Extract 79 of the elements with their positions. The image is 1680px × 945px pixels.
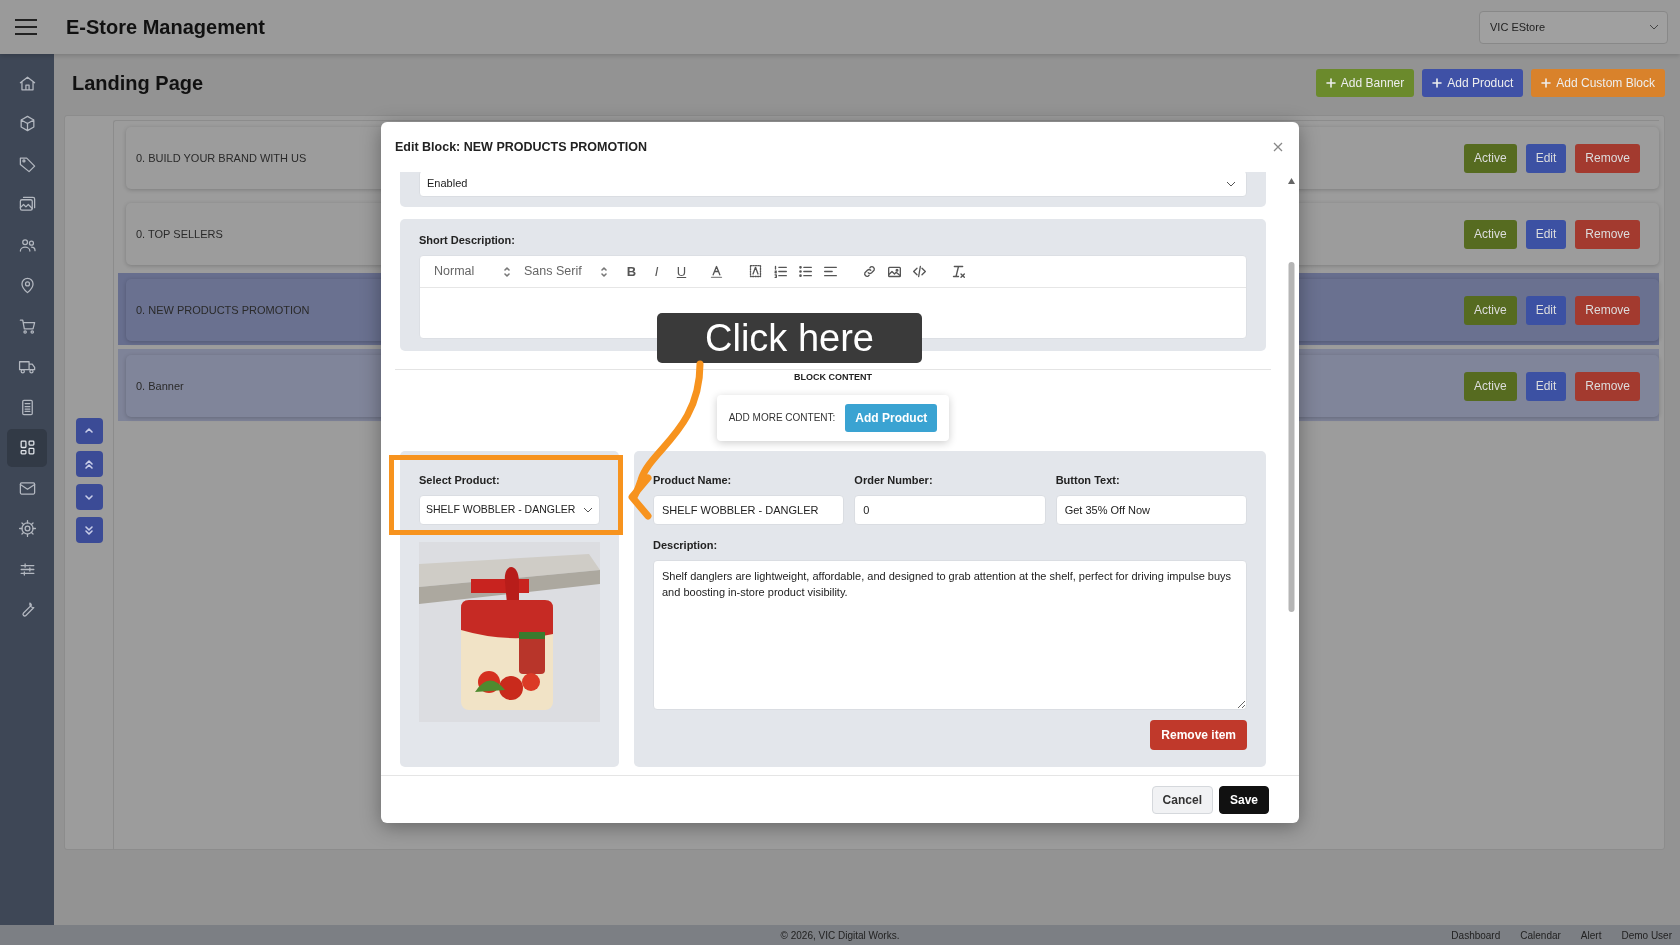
field-label: Short Description: (419, 233, 515, 248)
edit-button[interactable]: Edit (1525, 371, 1567, 401)
link-icon (862, 264, 877, 279)
clear-format-icon (951, 264, 966, 279)
copyright-text: © 2026, VIC Digital Works. (780, 928, 900, 943)
move-button[interactable] (75, 484, 103, 510)
footer-link[interactable]: Demo User (1621, 927, 1672, 943)
footer-link[interactable]: Dashboard (1451, 927, 1501, 943)
input-field[interactable]: 0 (854, 494, 1046, 525)
description-field[interactable]: Shelf danglers are lightweight, affordable, and designed to grab attention at the shelf, perfect for driving impulse buys and boosting in-store product visibility. (653, 559, 1247, 710)
add-button[interactable]: Add Product (1422, 69, 1524, 97)
tooltip: Click here (657, 313, 922, 363)
status-button[interactable]: Active (1463, 295, 1517, 325)
plus-icon (1541, 78, 1552, 88)
close-icon[interactable] (1273, 142, 1283, 152)
image-icon (887, 264, 902, 279)
add-more-label: ADD MORE CONTENT: (728, 411, 836, 425)
chevron-down-icon (583, 506, 593, 513)
field-label: Product Name: (653, 472, 732, 488)
double-chevron-down-icon (84, 524, 94, 536)
ordered-list-icon (773, 264, 788, 279)
bullet-list-icon (798, 264, 813, 279)
footer-link[interactable]: Alert (1580, 927, 1602, 943)
block-title: 0. NEW PRODUCTS PROMOTION (136, 302, 310, 318)
add-product-button[interactable]: Add Product (845, 403, 938, 432)
status-select[interactable]: Enabled (419, 172, 1247, 197)
edit-button[interactable]: Edit (1525, 219, 1567, 249)
dialog-title: Edit Block: NEW PRODUCTS PROMOTION (395, 138, 648, 156)
chevron-down-icon (1649, 24, 1659, 30)
remove-button[interactable]: Remove (1575, 371, 1640, 401)
chevron-down-icon (1226, 180, 1236, 187)
field-label: Select Product: (419, 472, 500, 488)
settings-icon[interactable] (17, 519, 37, 538)
code-icon (912, 264, 927, 279)
images-icon[interactable] (17, 195, 37, 214)
text-color-icon (709, 264, 724, 279)
up-down-icon (502, 265, 512, 278)
remove-button[interactable]: Remove (1575, 295, 1640, 325)
edit-button[interactable]: Edit (1525, 295, 1567, 325)
block-title: 0. TOP SELLERS (136, 226, 223, 242)
status-button[interactable]: Active (1463, 371, 1517, 401)
status-button[interactable]: Active (1463, 143, 1517, 173)
bold-button[interactable]: B (621, 260, 642, 283)
plus-icon (1325, 78, 1336, 88)
add-button[interactable]: Add Banner (1315, 69, 1415, 97)
header-picker[interactable]: Normal (434, 262, 512, 281)
block-title: 0. Banner (136, 378, 184, 394)
save-button[interactable]: Save (1218, 785, 1269, 814)
font-picker[interactable]: Sans Serif (524, 262, 609, 281)
italic-button[interactable]: I (646, 260, 667, 283)
status-button[interactable]: Active (1463, 219, 1517, 249)
cancel-button[interactable]: Cancel (1151, 785, 1213, 814)
align-icon (823, 264, 838, 279)
plus-icon (1432, 78, 1443, 88)
block-title: 0. BUILD YOUR BRAND WITH US (136, 150, 307, 166)
store-select[interactable]: VIC EStore (1479, 10, 1668, 44)
product-select[interactable]: SHELF WOBBLER - DANGLER (419, 494, 600, 525)
page-title: Landing Page (72, 71, 204, 96)
edit-button[interactable]: Edit (1525, 143, 1567, 173)
up-down-icon (599, 265, 609, 278)
move-button[interactable] (75, 451, 103, 477)
field-label: Button Text: (1055, 472, 1120, 488)
app-title: E-Store Management (66, 15, 265, 40)
double-chevron-up-icon (84, 458, 94, 470)
footer-link[interactable]: Calendar (1520, 927, 1561, 943)
section-heading: BLOCK CONTENT (793, 371, 873, 384)
underline-button[interactable]: U (671, 260, 692, 283)
remove-item-button[interactable]: Remove item (1150, 719, 1247, 750)
move-button[interactable] (75, 517, 103, 543)
input-field[interactable]: SHELF WOBBLER - DANGLER (653, 494, 845, 525)
field-label: Order Number: (854, 472, 933, 488)
input-field[interactable]: Get 35% Off Now (1055, 494, 1247, 525)
remove-button[interactable]: Remove (1575, 143, 1640, 173)
move-button[interactable] (75, 418, 103, 444)
highlight-icon (748, 264, 763, 279)
home-icon[interactable] (17, 73, 37, 93)
remove-button[interactable]: Remove (1575, 219, 1640, 249)
menu-icon[interactable] (14, 18, 38, 36)
field-label: Description: (653, 537, 718, 553)
